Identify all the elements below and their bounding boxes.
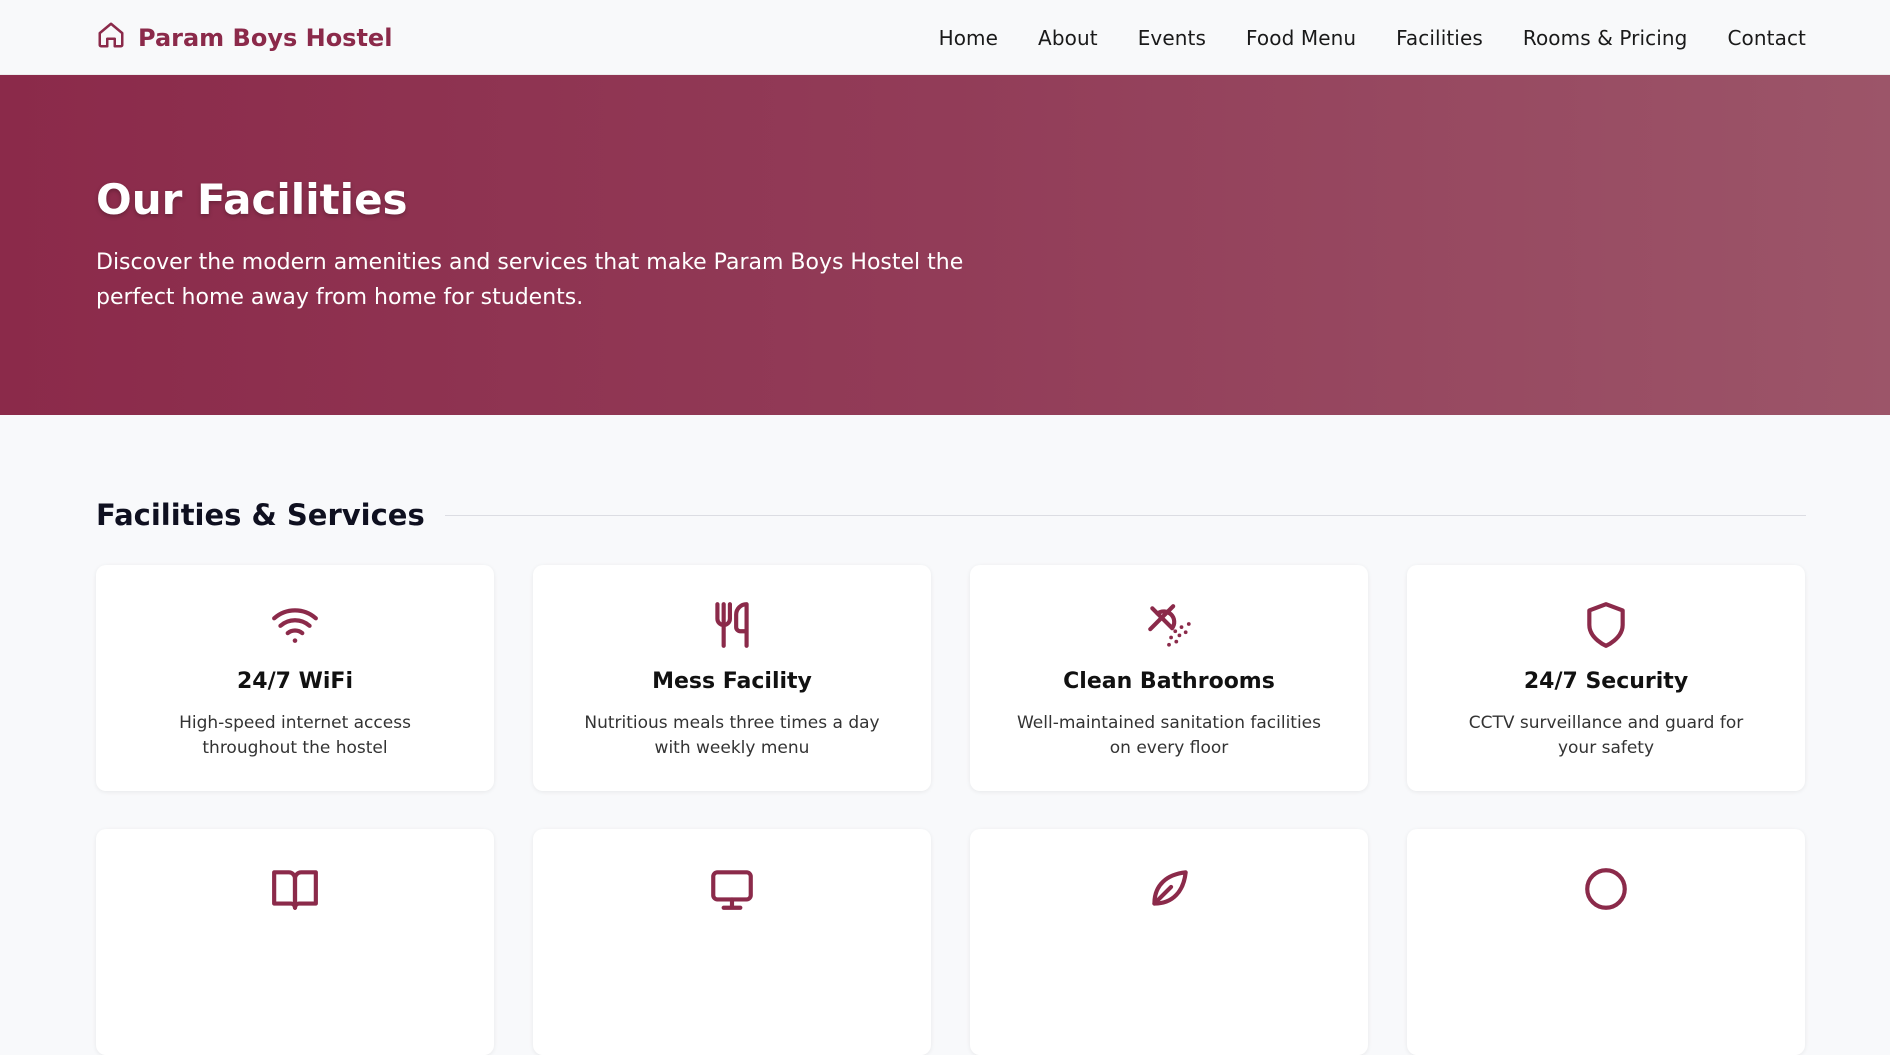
facility-title: Mess Facility bbox=[652, 669, 812, 694]
facility-card-wifi: 24/7 WiFi High-speed internet access thr… bbox=[96, 565, 494, 791]
facility-card-security: 24/7 Security CCTV surveillance and guar… bbox=[1407, 565, 1805, 791]
facility-title: Clean Bathrooms bbox=[1063, 669, 1275, 694]
facility-card bbox=[96, 829, 494, 1055]
brand-name: Param Boys Hostel bbox=[138, 24, 393, 52]
nav-facilities[interactable]: Facilities bbox=[1396, 26, 1483, 50]
facility-card bbox=[970, 829, 1368, 1055]
facility-description: Nutritious meals three times a day with … bbox=[584, 713, 880, 758]
section-divider bbox=[444, 514, 1806, 516]
nav-contact[interactable]: Contact bbox=[1727, 26, 1806, 50]
brand-logo[interactable]: Param Boys Hostel bbox=[96, 20, 392, 56]
nav-rooms-pricing[interactable]: Rooms & Pricing bbox=[1523, 26, 1688, 50]
facility-card-mess: Mess Facility Nutritious meals three tim… bbox=[533, 565, 931, 791]
nav-home[interactable]: Home bbox=[939, 26, 998, 50]
circle-icon bbox=[1407, 859, 1805, 919]
utensils-icon bbox=[533, 595, 931, 655]
facility-title: 24/7 WiFi bbox=[237, 669, 353, 694]
facility-card-bathrooms: Clean Bathrooms Well-maintained sanitati… bbox=[970, 565, 1368, 791]
nav-events[interactable]: Events bbox=[1138, 26, 1206, 50]
facility-description: CCTV surveillance and guard for your saf… bbox=[1468, 713, 1744, 758]
wifi-icon bbox=[96, 595, 494, 655]
shower-icon bbox=[970, 595, 1368, 655]
nav-links: Home About Events Food Menu Facilities R… bbox=[939, 0, 1806, 75]
nav-food-menu[interactable]: Food Menu bbox=[1246, 26, 1356, 50]
leaf-icon bbox=[970, 859, 1368, 919]
section-header: Facilities & Services bbox=[96, 492, 1806, 538]
facility-card bbox=[1407, 829, 1805, 1055]
page-title: Our Facilities bbox=[96, 175, 408, 224]
hero-subtitle: Discover the modern amenities and servic… bbox=[96, 250, 964, 310]
facility-description: Well-maintained sanitation facilities on… bbox=[1016, 713, 1321, 758]
nav-about[interactable]: About bbox=[1038, 26, 1098, 50]
hero-banner: Our Facilities Discover the modern ameni… bbox=[0, 75, 1890, 415]
navbar: Param Boys Hostel Home About Events Food… bbox=[0, 0, 1890, 75]
section-title: Facilities & Services bbox=[96, 498, 425, 532]
shield-icon bbox=[1407, 595, 1805, 655]
facility-card bbox=[533, 829, 931, 1055]
book-icon bbox=[96, 859, 494, 919]
home-icon bbox=[96, 20, 126, 56]
tv-icon bbox=[533, 859, 931, 919]
facility-title: 24/7 Security bbox=[1523, 669, 1689, 694]
facility-description: High-speed internet access throughout th… bbox=[179, 713, 411, 758]
